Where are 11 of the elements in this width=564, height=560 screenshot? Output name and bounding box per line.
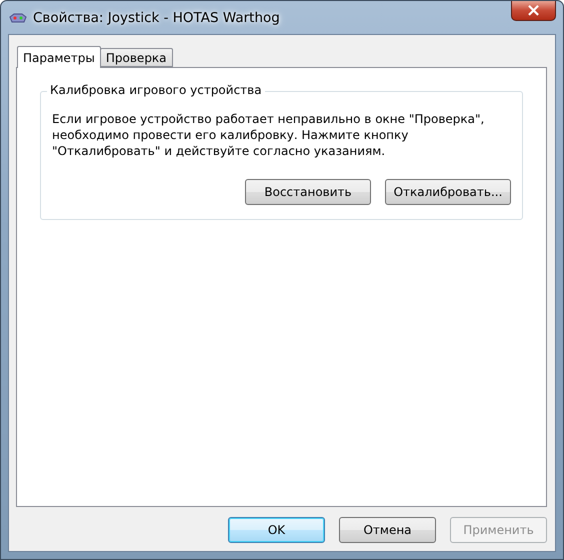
tab[interactable]: Параметры: [17, 46, 101, 68]
dialog-button[interactable]: Отмена: [339, 517, 436, 543]
dialog-button[interactable]: Восстановить: [245, 179, 371, 205]
dialog-button[interactable]: Откалибровать...: [385, 179, 511, 205]
instruction-text: Если игровое устройство работает неправильно в окне "Проверка", необходимо провести его калибровку. Нажмите кнопку "Откалибровать" и действуйте согласно указаниям.: [52, 111, 486, 159]
window-title: Свойства: Joystick - HOTAS Warthog: [33, 10, 280, 26]
close-button[interactable]: ×: [511, 1, 556, 21]
tab[interactable]: Проверка: [100, 48, 173, 67]
dialog-button[interactable]: OK: [228, 517, 325, 543]
group-title: Калибровка игрового устройства: [47, 83, 265, 97]
joystick-icon: [9, 10, 27, 24]
